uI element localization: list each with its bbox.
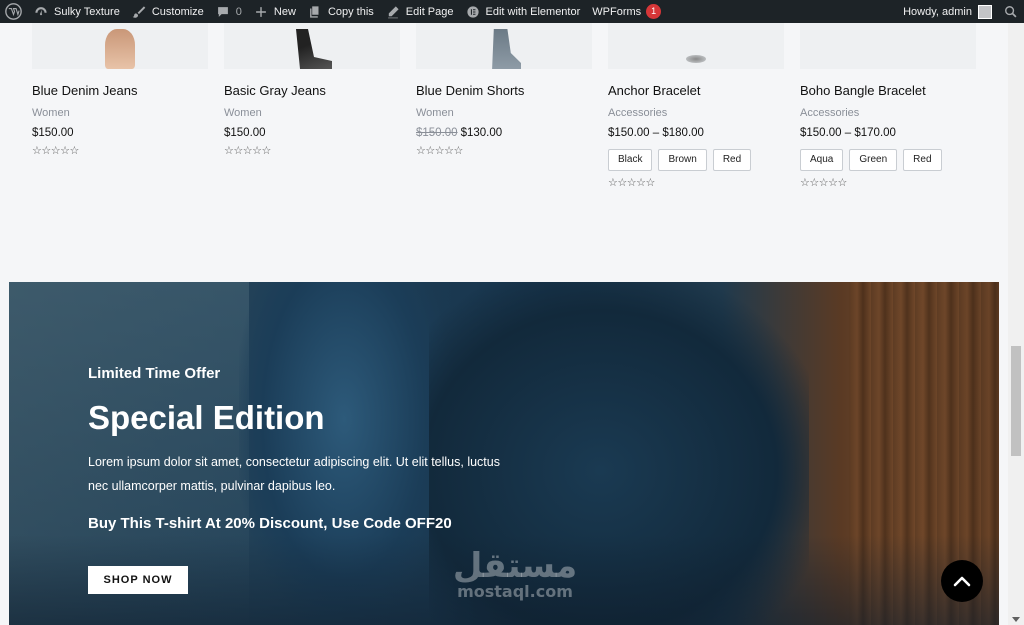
product-title[interactable]: Blue Denim Jeans (32, 83, 208, 98)
my-account-link[interactable]: Howdy, admin (897, 0, 998, 23)
wpforms-link[interactable]: WPForms 1 (586, 0, 667, 23)
product-category[interactable]: Accessories (608, 107, 784, 119)
edit-page-link[interactable]: Edit Page (380, 0, 460, 23)
edit-page-label: Edit Page (405, 5, 454, 18)
product-image[interactable] (32, 23, 208, 69)
edit-with-elementor-link[interactable]: Edit with Elementor (460, 0, 587, 23)
admin-bar: Sulky Texture Customize 0 New Copy this … (0, 0, 1024, 23)
color-swatches: Black Brown Red (608, 149, 784, 171)
star-rating: ☆☆☆☆☆ (32, 145, 79, 157)
product-image[interactable] (416, 23, 592, 69)
watermark-latin: mostaql.com (457, 582, 573, 601)
page-scrollbar[interactable] (1008, 23, 1024, 625)
star-rating: ☆☆☆☆☆ (608, 177, 655, 189)
product-card[interactable]: Anchor Bracelet Accessories $150.00 – $1… (608, 23, 784, 189)
color-swatches: Aqua Green Red (800, 149, 976, 171)
copy-label: Copy this (327, 5, 374, 18)
wpforms-label: WPForms (592, 5, 642, 18)
admin-search-button[interactable] (998, 0, 1024, 23)
elementor-label: Edit with Elementor (485, 5, 581, 18)
new-content-link[interactable]: New (248, 0, 302, 23)
product-category[interactable]: Accessories (800, 107, 976, 119)
wpforms-notification-badge: 1 (646, 4, 662, 19)
elementor-icon (466, 5, 479, 18)
product-category[interactable]: Women (32, 107, 208, 119)
copy-icon (310, 5, 319, 18)
product-grid: Blue Denim Jeans Women $150.00 ☆☆☆☆☆ Bas… (0, 23, 1024, 282)
product-card[interactable]: Blue Denim Shorts Women $150.00 $130.00 ☆… (416, 23, 592, 157)
price-current: $150.00 (32, 127, 74, 139)
star-rating: ☆☆☆☆☆ (224, 145, 271, 157)
product-title[interactable]: Boho Bangle Bracelet (800, 83, 976, 98)
plus-icon (256, 6, 266, 17)
product-title[interactable]: Blue Denim Shorts (416, 83, 592, 98)
price-range: $150.00 – $180.00 (608, 127, 704, 139)
banner-description: Lorem ipsum dolor sit amet, consectetur … (88, 455, 500, 493)
swatch-red[interactable]: Red (712, 149, 752, 171)
banner-promo-text: Buy This T-shirt At 20% Discount, Use Co… (88, 515, 452, 532)
new-label: New (273, 5, 296, 18)
customize-label: Customize (151, 5, 204, 18)
product-price: $150.00 (32, 127, 208, 139)
dashboard-icon (35, 6, 47, 15)
brush-icon (132, 5, 146, 18)
swatch-red[interactable]: Red (903, 149, 942, 171)
product-image[interactable] (800, 23, 976, 69)
banner-eyebrow: Limited Time Offer (88, 365, 221, 382)
product-image[interactable] (608, 23, 784, 69)
price-current: $150.00 (224, 127, 266, 139)
site-name-label: Sulky Texture (54, 5, 120, 18)
banner-headline: Special Edition (88, 399, 325, 436)
pencil-icon (387, 5, 399, 18)
price-sale: $130.00 (460, 127, 503, 139)
product-price: $150.00 – $170.00 (800, 127, 976, 139)
customize-link[interactable]: Customize (126, 0, 210, 23)
product-title[interactable]: Anchor Bracelet (608, 83, 784, 98)
avatar (978, 4, 992, 19)
swatch-green[interactable]: Green (849, 149, 898, 171)
swatch-black[interactable]: Black (608, 149, 653, 171)
wordpress-logo-icon[interactable] (0, 0, 28, 23)
star-rating: ☆☆☆☆☆ (800, 177, 847, 189)
chevron-up-icon (953, 576, 971, 587)
comments-count: 0 (235, 5, 242, 18)
shop-now-button[interactable]: SHOP NOW (88, 566, 188, 594)
watermark-logo: مستقل mostaql.com (440, 548, 590, 601)
product-image[interactable] (224, 23, 400, 69)
product-price: $150.00 (224, 127, 400, 139)
watermark-arabic: مستقل (452, 546, 578, 586)
copy-this-link[interactable]: Copy this (302, 0, 380, 23)
product-card[interactable]: Boho Bangle Bracelet Accessories $150.00… (800, 23, 976, 189)
product-category[interactable]: Women (416, 107, 592, 119)
star-rating: ☆☆☆☆☆ (416, 145, 463, 157)
search-icon (1005, 5, 1017, 17)
scrollbar-thumb[interactable] (1011, 346, 1021, 456)
product-card[interactable]: Basic Gray Jeans Women $150.00 ☆☆☆☆☆ (224, 23, 400, 157)
comments-link[interactable]: 0 (210, 0, 248, 23)
product-category[interactable]: Women (224, 107, 400, 119)
product-price: $150.00 – $180.00 (608, 127, 784, 139)
swatch-brown[interactable]: Brown (658, 149, 707, 171)
back-to-top-button[interactable] (941, 560, 983, 602)
comment-icon (217, 6, 228, 17)
product-card[interactable]: Blue Denim Jeans Women $150.00 ☆☆☆☆☆ (32, 23, 208, 157)
product-price: $150.00 $130.00 (416, 127, 592, 139)
howdy-label: Howdy, admin (903, 5, 972, 18)
price-original: $150.00 (416, 127, 458, 139)
price-range: $150.00 – $170.00 (800, 127, 896, 139)
swatch-aqua[interactable]: Aqua (800, 149, 844, 171)
scroll-down-arrow-icon[interactable] (1012, 617, 1020, 622)
product-title[interactable]: Basic Gray Jeans (224, 83, 400, 98)
site-name-link[interactable]: Sulky Texture (28, 0, 126, 23)
